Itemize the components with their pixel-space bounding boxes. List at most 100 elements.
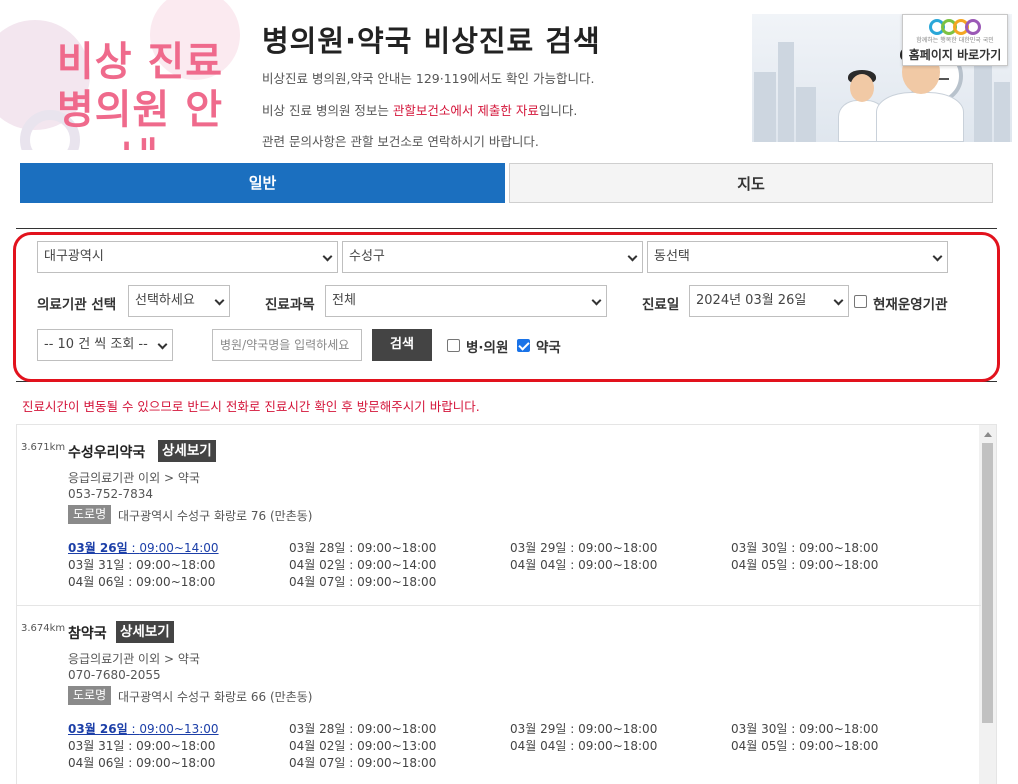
hours-separator: : bbox=[345, 541, 358, 555]
facility-select-value: 선택하세요 bbox=[135, 293, 195, 308]
hours-separator: : bbox=[787, 541, 800, 555]
hours-separator: : bbox=[345, 722, 358, 736]
hours-entry: 03월 31일 : 09:00~18:00 bbox=[68, 737, 215, 754]
facility-category: 응급의료기관 이외 > 약국 bbox=[68, 652, 200, 666]
department-select[interactable]: 전체 bbox=[325, 285, 607, 317]
hours-entry: 04월 07일 : 09:00~18:00 bbox=[289, 754, 436, 771]
hours-entry: 04월 06일 : 09:00~18:00 bbox=[68, 573, 215, 590]
hours-entry: 03월 31일 : 09:00~18:00 bbox=[68, 556, 215, 573]
hours-time: 09:00~18:00 bbox=[357, 541, 437, 555]
chevron-down-icon bbox=[833, 295, 844, 306]
scrollbar[interactable] bbox=[979, 425, 996, 784]
hours-time: 09:00~18:00 bbox=[136, 739, 216, 753]
hours-day: 03월 29일 bbox=[510, 722, 567, 736]
chevron-down-icon bbox=[627, 251, 638, 262]
pharmacy-checkbox[interactable] bbox=[517, 339, 530, 352]
logo-text-line2: 병의원 안내 bbox=[56, 87, 224, 150]
city-select[interactable]: 대구광역시 bbox=[37, 241, 338, 273]
hours-time: 09:00~18:00 bbox=[578, 541, 658, 555]
hours-separator: : bbox=[127, 541, 140, 555]
dong-select[interactable]: 동선택 bbox=[647, 241, 948, 273]
info-line-2-highlight: 관할보건소에서 제출한 자료 bbox=[392, 103, 539, 118]
hours-day: 04월 05일 bbox=[731, 739, 788, 753]
hours-day: 03월 26일 bbox=[68, 541, 128, 555]
open-now-checkbox[interactable] bbox=[854, 295, 867, 308]
date-select[interactable]: 2024년 03월 26일 bbox=[689, 285, 849, 317]
tab-map[interactable]: 지도 bbox=[509, 163, 993, 203]
today-hours-link[interactable]: 03월 26일 : 09:00~13:00 bbox=[68, 720, 219, 737]
hours-separator: : bbox=[787, 739, 800, 753]
divider bbox=[16, 228, 997, 229]
hours-entry: 03월 30일 : 09:00~18:00 bbox=[731, 720, 878, 737]
address-text: 대구광역시 수성구 화랑로 66 (만촌동) bbox=[118, 690, 313, 704]
today-hours-link[interactable]: 03월 26일 : 09:00~14:00 bbox=[68, 539, 219, 556]
hours-time: 09:00~18:00 bbox=[136, 558, 216, 572]
facility-category: 응급의료기관 이외 > 약국 bbox=[68, 471, 200, 485]
hours-entry: 03월 28일 : 09:00~18:00 bbox=[289, 720, 436, 737]
page-size-select-value: -- 10 건 씩 조회 -- bbox=[44, 337, 148, 352]
detail-button[interactable]: 상세보기 bbox=[158, 440, 216, 462]
building-shape bbox=[796, 87, 816, 142]
scrollbar-thumb[interactable] bbox=[982, 443, 993, 723]
district-select[interactable]: 수성구 bbox=[342, 241, 643, 273]
hours-day: 04월 05일 bbox=[731, 558, 788, 572]
hours-day: 03월 28일 bbox=[289, 541, 346, 555]
date-label: 진료일 bbox=[642, 297, 680, 313]
scroll-up-icon[interactable] bbox=[984, 432, 992, 437]
hospital-label: 병·의원 bbox=[466, 340, 509, 356]
hours-day: 04월 04일 bbox=[510, 739, 567, 753]
hours-entry: 04월 05일 : 09:00~18:00 bbox=[731, 556, 878, 573]
search-filter-panel: 대구광역시 수성구 동선택 의료기관 선택 선택하세요 진료과목 전체 진료일 … bbox=[13, 232, 1000, 382]
hours-separator: : bbox=[345, 739, 358, 753]
hours-entry: 03월 30일 : 09:00~18:00 bbox=[731, 539, 878, 556]
facility-select[interactable]: 선택하세요 bbox=[128, 285, 230, 317]
hours-separator: : bbox=[124, 756, 137, 770]
hours-time: 09:00~18:00 bbox=[357, 722, 437, 736]
hours-time: 09:00~18:00 bbox=[578, 722, 658, 736]
hours-entry: 04월 02일 : 09:00~13:00 bbox=[289, 737, 436, 754]
hours-entry: 04월 02일 : 09:00~14:00 bbox=[289, 556, 436, 573]
hours-entry: 04월 05일 : 09:00~18:00 bbox=[731, 737, 878, 754]
distance-label: 3.674km bbox=[21, 623, 66, 634]
info-line-2-suffix: 입니다. bbox=[538, 103, 578, 118]
search-input[interactable]: 병원/약국명을 입력하세요 bbox=[212, 329, 362, 361]
hours-separator: : bbox=[124, 558, 137, 572]
hours-entry: 04월 04일 : 09:00~18:00 bbox=[510, 556, 657, 573]
hours-separator: : bbox=[127, 722, 140, 736]
hours-time: 09:00~18:00 bbox=[578, 558, 658, 572]
address-text: 대구광역시 수성구 화랑로 76 (만촌동) bbox=[118, 509, 313, 523]
results-list[interactable]: 3.671km 수성우리약국 상세보기 응급의료기관 이외 > 약국 053-752-7… bbox=[16, 424, 997, 784]
building-shape bbox=[754, 72, 776, 142]
hours-time: 09:00~18:00 bbox=[357, 756, 437, 770]
hours-time: 09:00~18:00 bbox=[578, 739, 658, 753]
hours-day: 04월 07일 bbox=[289, 756, 346, 770]
hours-day: 04월 07일 bbox=[289, 575, 346, 589]
hours-entry: 04월 06일 : 09:00~18:00 bbox=[68, 754, 215, 771]
detail-button[interactable]: 상세보기 bbox=[116, 621, 174, 643]
homepage-shortcut-button[interactable]: 함께하는 행복한 대한민국 국민 홈페이지 바로가기 bbox=[902, 14, 1008, 66]
hours-time: 09:00~14:00 bbox=[139, 541, 219, 555]
search-button[interactable]: 검색 bbox=[372, 329, 432, 361]
info-line-1: 비상진료 병의원,약국 안내는 129·119에서도 확인 가능합니다. bbox=[262, 71, 595, 86]
hours-day: 03월 28일 bbox=[289, 722, 346, 736]
phone-number: 070-7680-2055 bbox=[68, 668, 161, 682]
chevron-down-icon bbox=[932, 251, 943, 262]
hospital-checkbox[interactable] bbox=[447, 339, 460, 352]
hours-time: 09:00~13:00 bbox=[357, 739, 437, 753]
tab-general[interactable]: 일반 bbox=[20, 163, 505, 203]
open-now-label: 현재운영기관 bbox=[873, 297, 948, 313]
pharmacy-name: 수성우리약국 bbox=[68, 445, 146, 461]
hours-separator: : bbox=[566, 558, 579, 572]
hours-separator: : bbox=[345, 756, 358, 770]
info-line-2-text: 비상 진료 병의원 정보는 bbox=[262, 103, 393, 118]
dong-select-value: 동선택 bbox=[654, 249, 690, 264]
distance-label: 3.671km bbox=[21, 442, 66, 453]
pharmacy-name: 참약국 bbox=[68, 626, 107, 642]
page-header: 비상 진료 병의원 안내 병의원·약국 비상진료 검색 비상진료 병의원,약국 … bbox=[0, 0, 1018, 150]
homepage-shortcut-label: 홈페이지 바로가기 bbox=[908, 48, 1002, 62]
page-title: 병의원·약국 비상진료 검색 bbox=[262, 24, 601, 58]
list-item: 3.671km 수성우리약국 상세보기 응급의료기관 이외 > 약국 053-752-7… bbox=[17, 425, 981, 605]
department-select-value: 전체 bbox=[332, 293, 356, 308]
hours-separator: : bbox=[124, 739, 137, 753]
page-size-select[interactable]: -- 10 건 씩 조회 -- bbox=[37, 329, 173, 361]
